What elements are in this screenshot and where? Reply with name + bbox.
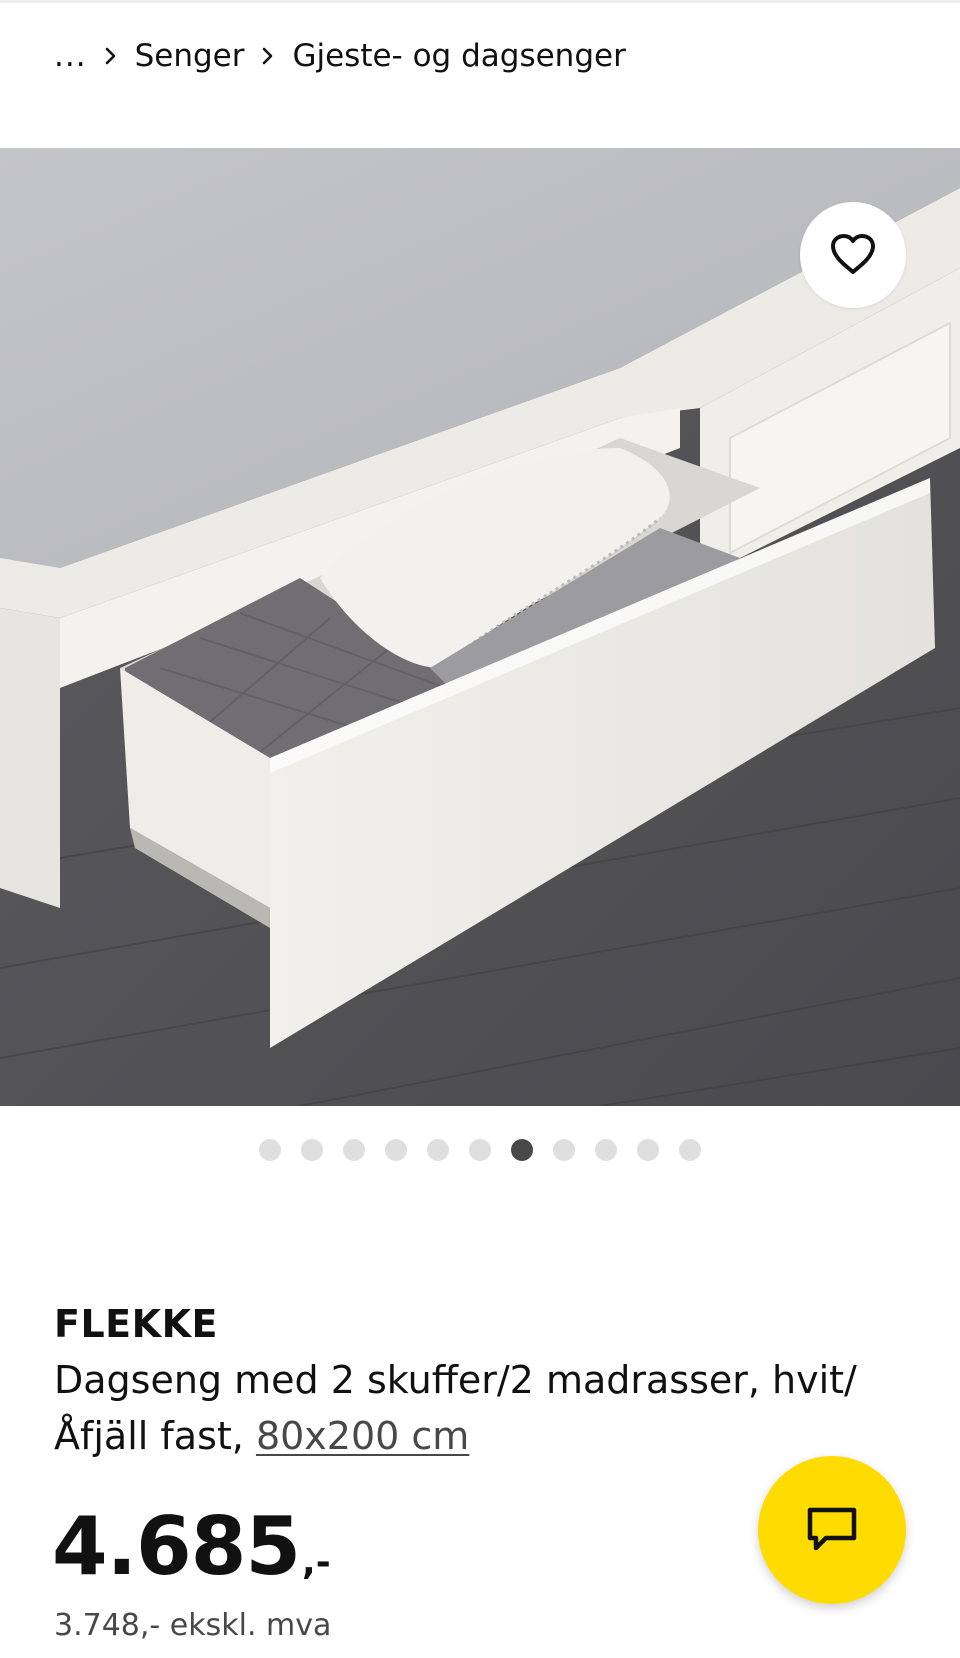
carousel-dot[interactable] xyxy=(343,1139,365,1161)
price-suffix: ,- xyxy=(302,1542,331,1583)
product-page: ... Senger Gjeste- og dagsenger FLEKKE D… xyxy=(0,0,960,1658)
price: 4.685 ,- xyxy=(52,1500,331,1593)
heart-icon xyxy=(829,232,877,279)
chat-bubble-icon xyxy=(804,1504,860,1557)
product-description: Dagseng med 2 skuffer/2 madrasser, hvit/… xyxy=(54,1352,894,1464)
carousel-indicators xyxy=(0,1138,960,1162)
carousel-dot-active[interactable] xyxy=(511,1139,533,1161)
carousel-dot[interactable] xyxy=(427,1139,449,1161)
favorite-button[interactable] xyxy=(800,202,906,308)
chevron-right-icon xyxy=(87,38,135,74)
carousel-dot[interactable] xyxy=(301,1139,323,1161)
size-link[interactable]: 80x200 cm xyxy=(256,1414,469,1458)
breadcrumb-ellipsis[interactable]: ... xyxy=(54,38,87,74)
carousel-dot[interactable] xyxy=(553,1139,575,1161)
chevron-right-icon xyxy=(244,38,292,74)
carousel-dot[interactable] xyxy=(385,1139,407,1161)
breadcrumb-item-gjeste-og-dagsenger[interactable]: Gjeste- og dagsenger xyxy=(292,38,625,74)
carousel-dot[interactable] xyxy=(679,1139,701,1161)
carousel-dot[interactable] xyxy=(469,1139,491,1161)
carousel-dot[interactable] xyxy=(637,1139,659,1161)
breadcrumb-item-senger[interactable]: Senger xyxy=(135,38,245,74)
carousel-dot[interactable] xyxy=(595,1139,617,1161)
price-ex-vat: 3.748,- ekskl. mva xyxy=(54,1608,332,1643)
top-divider xyxy=(0,0,960,3)
carousel-dot[interactable] xyxy=(259,1139,281,1161)
price-amount: 4.685 xyxy=(52,1500,301,1593)
breadcrumb: ... Senger Gjeste- og dagsenger xyxy=(54,38,626,74)
product-name: FLEKKE xyxy=(54,1302,218,1346)
chat-button[interactable] xyxy=(758,1456,906,1604)
